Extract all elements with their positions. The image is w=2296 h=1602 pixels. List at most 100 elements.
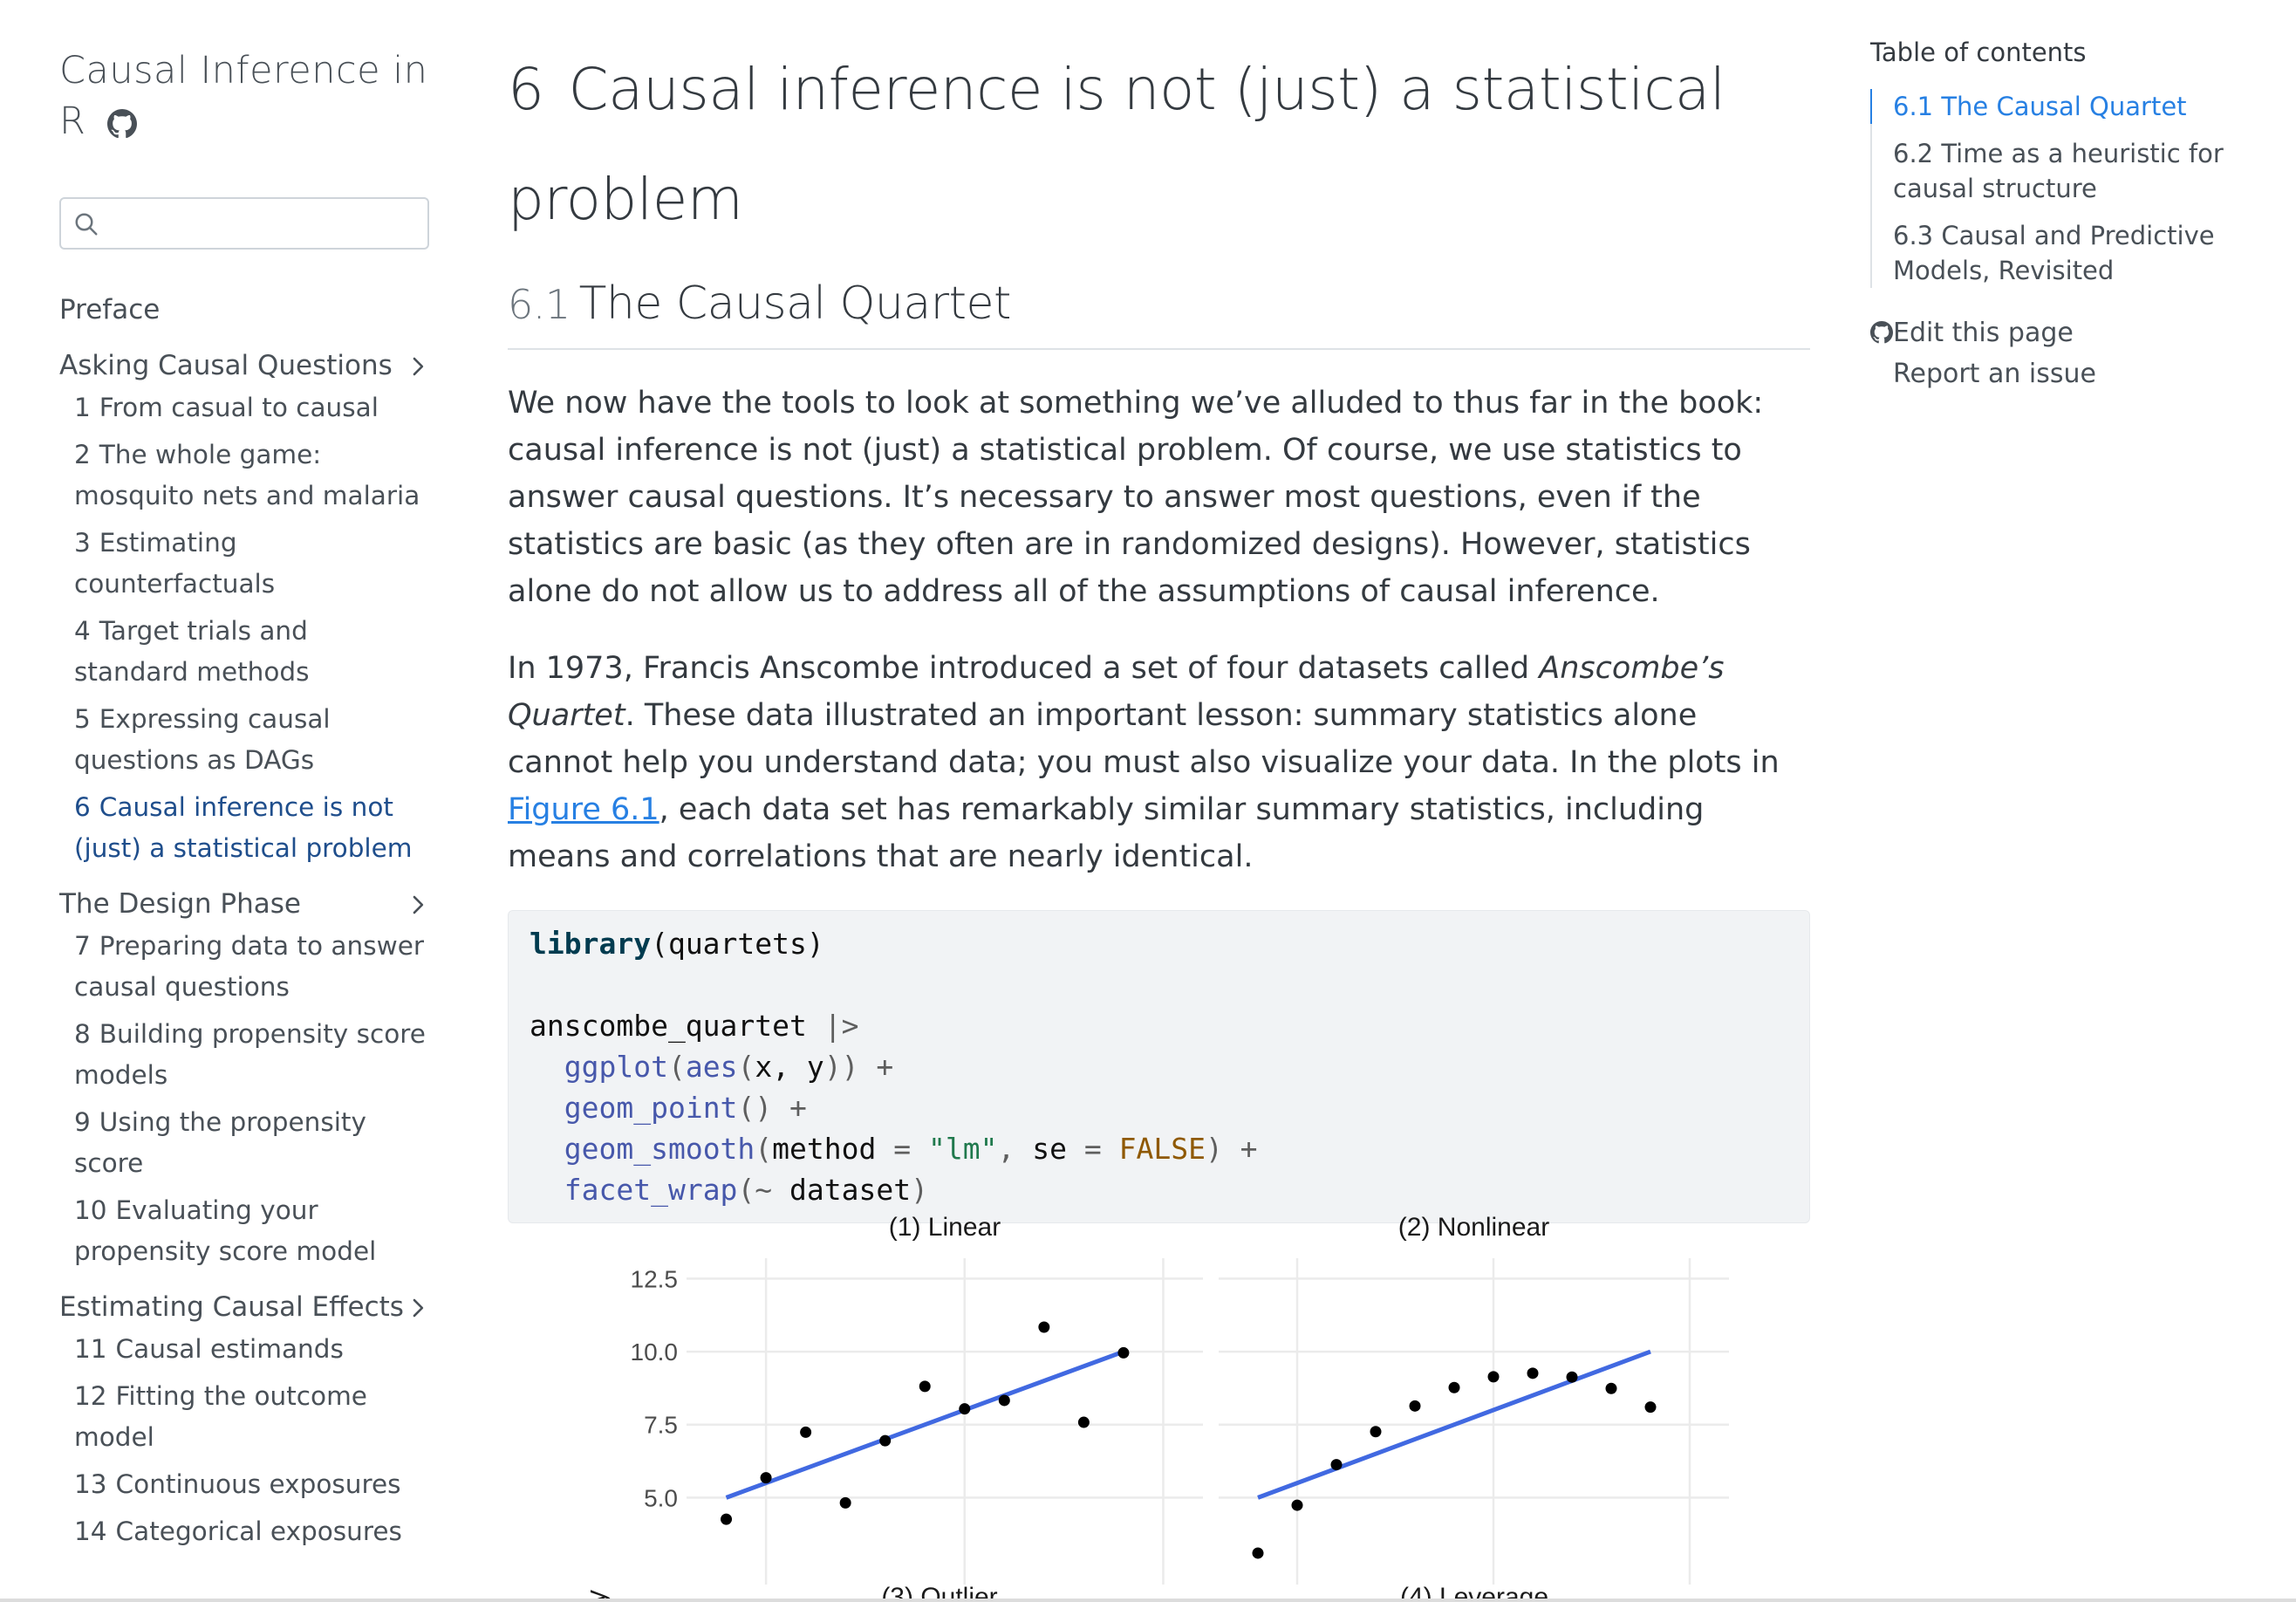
- sidebar-item-label: Categorical exposures: [115, 1516, 402, 1546]
- chapter-number: 6: [508, 56, 544, 123]
- sidebar: Causal Inference in R Preface Asking Caus…: [59, 45, 429, 1602]
- data-point: [1330, 1459, 1343, 1471]
- data-point: [1605, 1382, 1617, 1394]
- sidebar-item-chapter-6[interactable]: 6 Causal inference is not (just) a statis…: [59, 787, 429, 869]
- sidebar-item-label: Continuous exposures: [115, 1469, 401, 1499]
- book-title[interactable]: Causal Inference in R: [59, 45, 429, 147]
- sidebar-section-label: The Design Phase: [59, 888, 301, 920]
- sidebar-section-asking-causal-questions[interactable]: Asking Causal Questions: [59, 344, 429, 387]
- chapter-number: 8: [74, 1019, 91, 1049]
- data-point: [1370, 1426, 1382, 1438]
- main-content: 6 Causal inference is not (just) a statis…: [508, 35, 1810, 1223]
- section-heading: 6.1 The Causal Quartet: [508, 269, 1810, 350]
- paragraph-anscombe: In 1973, Francis Anscombe introduced a s…: [508, 645, 1810, 880]
- data-point: [800, 1426, 812, 1438]
- y-tick-label: 7.5: [644, 1412, 678, 1439]
- sidebar-section-preface[interactable]: Preface: [59, 288, 429, 332]
- code-token: x, y: [755, 1050, 824, 1084]
- sidebar-item-chapter-7[interactable]: 7 Preparing data to answer causal questio…: [59, 926, 429, 1008]
- code-token: method: [772, 1132, 877, 1166]
- sidebar-item-chapter-10[interactable]: 10 Evaluating your propensity score model: [59, 1190, 429, 1272]
- report-issue-link[interactable]: Report an issue: [1870, 353, 2280, 394]
- code-block[interactable]: library(quartets) anscombe_quartet |> gg…: [508, 910, 1810, 1223]
- panel-title: (1) Linear: [889, 1213, 1001, 1242]
- sidebar-item-chapter-3[interactable]: 3 Estimating counterfactuals: [59, 523, 429, 605]
- figure-anscombe-quartet: 12.5 10.0 7.5 5.0 (1) Linear (2) Nonlinear (3)…: [508, 1195, 1810, 1602]
- data-point: [1487, 1371, 1500, 1383]
- sidebar-item-label: Fitting the outcome model: [74, 1381, 367, 1452]
- chapter-number: 2: [74, 440, 91, 469]
- sidebar-item-label: Using the propensity score: [74, 1107, 366, 1178]
- chevron-right-icon[interactable]: [407, 355, 429, 378]
- sidebar-item-chapter-13[interactable]: 13 Continuous exposures: [59, 1464, 429, 1505]
- sidebar-section-the-design-phase[interactable]: The Design Phase: [59, 882, 429, 926]
- toc-item[interactable]: 6.3 Causal and Predictive Models, Revisi…: [1893, 218, 2280, 288]
- chapter-number: 14: [74, 1516, 107, 1546]
- chapter-title: Causal inference is not (just) a statist…: [508, 56, 1725, 233]
- chapter-number: 13: [74, 1469, 107, 1499]
- chapter-number: 10: [74, 1195, 107, 1225]
- y-tick-label: 5.0: [644, 1484, 678, 1511]
- paragraph-text: , each data set has remarkably similar s…: [508, 792, 1705, 874]
- sidebar-item-chapter-9[interactable]: 9 Using the propensity score: [59, 1102, 429, 1184]
- chapter-number: 3: [74, 528, 91, 558]
- github-icon[interactable]: [106, 108, 137, 139]
- toc-item[interactable]: 6.1 The Causal Quartet: [1893, 89, 2280, 124]
- sidebar-nav: Preface Asking Causal Questions 1 From casu…: [59, 288, 429, 1558]
- book-title-line1: Causal Inference in: [59, 49, 428, 92]
- data-point: [959, 1403, 971, 1415]
- search-input[interactable]: [59, 197, 429, 250]
- data-point: [1291, 1499, 1303, 1511]
- edit-page-link[interactable]: Edit this page: [1870, 312, 2280, 353]
- sidebar-item-chapter-5[interactable]: 5 Expressing causal questions as DAGs: [59, 699, 429, 781]
- data-point: [1644, 1401, 1657, 1414]
- page-title: 6 Causal inference is not (just) a statis…: [508, 35, 1810, 255]
- sidebar-item-chapter-12[interactable]: 12 Fitting the outcome model: [59, 1376, 429, 1458]
- code-token: anscombe_quartet: [530, 1009, 807, 1043]
- figure-link[interactable]: Figure 6.1: [508, 792, 659, 827]
- code-token: aes: [685, 1050, 738, 1084]
- code-token: "lm": [928, 1132, 998, 1166]
- report-issue-label: Report an issue: [1893, 359, 2096, 389]
- y-tick-label: 10.0: [631, 1338, 679, 1366]
- sidebar-item-chapter-4[interactable]: 4 Target trials and standard methods: [59, 611, 429, 693]
- sidebar-item-chapter-14[interactable]: 14 Categorical exposures: [59, 1511, 429, 1552]
- data-point: [1448, 1381, 1460, 1393]
- code-token: ggplot: [564, 1050, 668, 1084]
- chevron-right-icon[interactable]: [407, 893, 429, 916]
- data-point: [1527, 1367, 1539, 1380]
- code-token: library: [530, 927, 652, 961]
- toc-item[interactable]: 6.2 Time as a heuristic for causal struc…: [1893, 136, 2280, 206]
- code-token: |>: [806, 1009, 859, 1043]
- sidebar-item-chapter-8[interactable]: 8 Building propensity score models: [59, 1014, 429, 1096]
- sidebar-section-estimating-causal-effects[interactable]: Estimating Causal Effects: [59, 1285, 429, 1329]
- table-of-contents: Table of contents 6.1 The Causal Quartet…: [1870, 33, 2280, 394]
- chapter-number: 9: [74, 1107, 91, 1137]
- code-token: (quartets): [651, 927, 824, 961]
- code-token: FALSE: [1118, 1132, 1206, 1166]
- sidebar-item-label: Causal inference is not (just) a statist…: [74, 792, 413, 863]
- data-point: [1566, 1371, 1578, 1383]
- data-point: [1252, 1547, 1264, 1559]
- data-point: [1077, 1416, 1090, 1428]
- data-point: [879, 1434, 892, 1447]
- sidebar-item-label: Causal estimands: [115, 1334, 344, 1364]
- sidebar-item-chapter-2[interactable]: 2 The whole game: mosquito nets and malar…: [59, 435, 429, 517]
- sidebar-item-label: Preparing data to answer causal question…: [74, 931, 424, 1002]
- sidebar-item-chapter-11[interactable]: 11 Causal estimands: [59, 1329, 429, 1370]
- toc-title: Table of contents: [1870, 38, 2087, 67]
- panel-title: (2) Nonlinear: [1398, 1213, 1549, 1242]
- toc-list: 6.1 The Causal Quartet 6.2 Time as a heur…: [1870, 89, 2280, 288]
- sidebar-item-label: The whole game: mosquito nets and malari…: [74, 440, 420, 510]
- github-icon: [1870, 321, 1893, 344]
- data-point: [1409, 1400, 1421, 1412]
- paragraph-text: . These data illustrated an important le…: [508, 698, 1780, 780]
- sidebar-item-chapter-1[interactable]: 1 From casual to causal: [59, 387, 429, 428]
- sidebar-item-label: Expressing causal questions as DAGs: [74, 704, 331, 775]
- sidebar-section-label: Asking Causal Questions: [59, 350, 393, 381]
- data-point: [998, 1394, 1010, 1407]
- sidebar-item-label: Estimating counterfactuals: [74, 528, 276, 599]
- chapter-number: 6: [74, 792, 91, 822]
- chevron-right-icon[interactable]: [407, 1297, 429, 1319]
- section-title: The Causal Quartet: [578, 277, 1012, 330]
